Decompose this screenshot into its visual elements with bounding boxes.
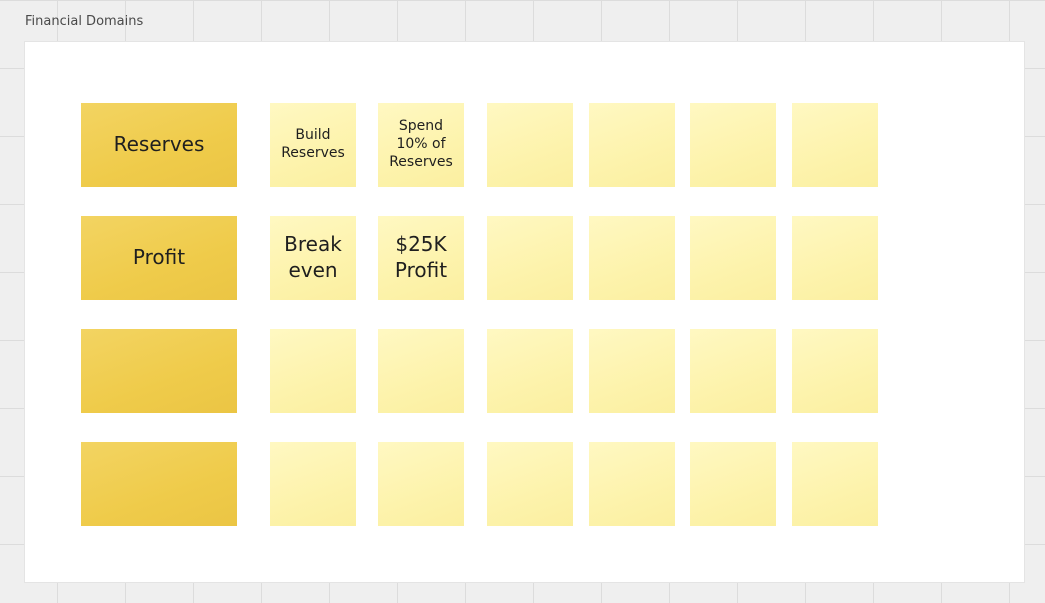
sticky-note[interactable]: Spend 10% of Reserves: [378, 103, 464, 187]
sticky-text: Reserves: [113, 132, 205, 157]
sticky-note[interactable]: [378, 442, 464, 526]
sticky-note[interactable]: [589, 216, 675, 300]
sticky-note[interactable]: [690, 329, 776, 413]
sticky-note[interactable]: [792, 329, 878, 413]
row-label-sticky[interactable]: Profit: [81, 216, 237, 300]
sticky-note[interactable]: [690, 103, 776, 187]
sticky-note[interactable]: [378, 329, 464, 413]
sticky-note[interactable]: [589, 329, 675, 413]
sticky-note[interactable]: [487, 216, 573, 300]
sticky-note[interactable]: Build Reserves: [270, 103, 356, 187]
sticky-note[interactable]: [487, 442, 573, 526]
sticky-note[interactable]: [589, 442, 675, 526]
row-label-sticky[interactable]: [81, 329, 237, 413]
row-label-sticky[interactable]: [81, 442, 237, 526]
sticky-note[interactable]: [792, 442, 878, 526]
row-label-sticky[interactable]: Reserves: [81, 103, 237, 187]
sticky-text: Build Reserves: [281, 127, 345, 161]
sticky-note[interactable]: [487, 329, 573, 413]
sticky-note[interactable]: [270, 329, 356, 413]
sticky-text: Profit: [132, 245, 186, 270]
sticky-note[interactable]: $25K Profit: [378, 216, 464, 300]
sticky-note[interactable]: [792, 216, 878, 300]
sticky-text: Break even: [284, 232, 342, 282]
sticky-note[interactable]: [792, 103, 878, 187]
sticky-text: Spend 10% of Reserves: [389, 118, 453, 170]
sticky-note[interactable]: [690, 216, 776, 300]
sticky-note[interactable]: Break even: [270, 216, 356, 300]
sticky-note[interactable]: [487, 103, 573, 187]
sticky-note[interactable]: [589, 103, 675, 187]
sticky-note[interactable]: [690, 442, 776, 526]
sticky-note[interactable]: [270, 442, 356, 526]
frame-title[interactable]: Financial Domains: [25, 14, 143, 29]
sticky-text: $25K Profit: [394, 232, 448, 282]
